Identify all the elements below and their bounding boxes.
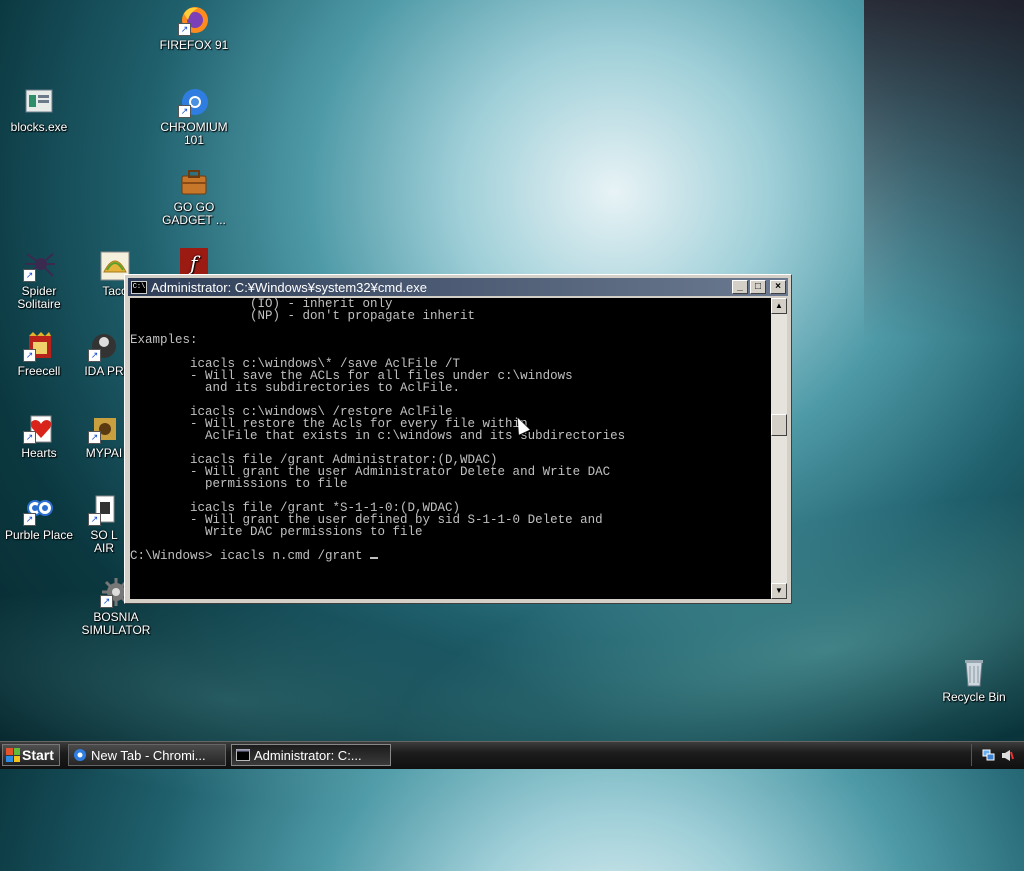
cmd-window[interactable]: C:\ Administrator: C:¥Windows¥system32¥c… — [124, 274, 792, 604]
close-button[interactable]: × — [770, 280, 786, 294]
system-tray — [971, 744, 1024, 766]
recycle-bin-icon — [958, 656, 990, 688]
minimize-button[interactable]: _ — [732, 280, 748, 294]
mypai-icon: ↗ — [88, 412, 120, 444]
scroll-down-button[interactable]: ▼ — [771, 583, 787, 599]
vertical-scrollbar[interactable]: ▲ ▼ — [771, 298, 787, 599]
taskbar-item-cmd[interactable]: Administrator: C:... — [231, 744, 391, 766]
so-icon: ↗ — [88, 494, 120, 526]
scroll-thumb[interactable] — [771, 414, 787, 436]
cmd-icon: C:\ — [131, 280, 147, 294]
scroll-up-button[interactable]: ▲ — [771, 298, 787, 314]
console-output[interactable]: (IO) - inherit only (NP) - don't propaga… — [130, 298, 771, 599]
ida-icon: ↗ — [88, 330, 120, 362]
desktop-icon-hearts[interactable]: ↗ Hearts — [0, 412, 78, 460]
text-cursor — [370, 557, 379, 559]
desktop-icon-freecell[interactable]: ↗ Freecell — [0, 330, 78, 378]
task-label: New Tab - Chromi... — [91, 747, 206, 763]
maximize-button[interactable]: □ — [750, 280, 766, 294]
spider-icon: ↗ — [23, 250, 55, 282]
desktop-icon-ida[interactable]: ↗ IDA PR — [82, 330, 126, 378]
desktop-icon-recycle-bin[interactable]: Recycle Bin — [934, 656, 1014, 704]
desktop-icon-mypai[interactable]: ↗ MYPAI — [82, 412, 126, 460]
desktop-icon-gadget[interactable]: GO GO GADGET ... — [155, 166, 233, 227]
taskbar: Start New Tab - Chromi... Administrator:… — [0, 741, 1024, 769]
hearts-icon: ↗ — [23, 412, 55, 444]
windows-logo-icon — [6, 748, 20, 762]
cmd-icon — [236, 749, 250, 761]
blocks-icon — [23, 86, 55, 118]
desktop-icon-so[interactable]: ↗ SO L AIR — [82, 494, 126, 555]
start-label: Start — [22, 747, 54, 763]
chromium-icon: ↗ — [178, 86, 210, 118]
desktop-icon-blocks[interactable]: blocks.exe — [0, 86, 78, 134]
volume-icon[interactable] — [1001, 749, 1014, 762]
desktop-icon-purble-place[interactable]: ↗ Purble Place — [0, 494, 78, 542]
gadget-icon — [178, 166, 210, 198]
desktop-icon-firefox[interactable]: ↗ FIREFOX 91 — [155, 4, 233, 52]
start-button[interactable]: Start — [2, 744, 60, 766]
desktop-icon-spider-solitaire[interactable]: ↗ Spider Solitaire — [0, 250, 78, 311]
taskbar-item-chromium[interactable]: New Tab - Chromi... — [68, 744, 226, 766]
desktop-icon-chromium[interactable]: ↗ CHROMIUM 101 — [155, 86, 233, 147]
purble-icon: ↗ — [23, 494, 55, 526]
chromium-icon — [74, 749, 86, 761]
network-icon[interactable] — [982, 749, 995, 762]
window-titlebar[interactable]: C:\ Administrator: C:¥Windows¥system32¥c… — [128, 278, 788, 296]
firefox-icon: ↗ — [178, 4, 210, 36]
console-text: (IO) - inherit only (NP) - don't propaga… — [130, 298, 626, 563]
wallpaper-shade — [864, 0, 1024, 340]
window-title: Administrator: C:¥Windows¥system32¥cmd.e… — [151, 279, 427, 295]
task-label: Administrator: C:... — [254, 747, 362, 763]
freecell-icon: ↗ — [23, 330, 55, 362]
